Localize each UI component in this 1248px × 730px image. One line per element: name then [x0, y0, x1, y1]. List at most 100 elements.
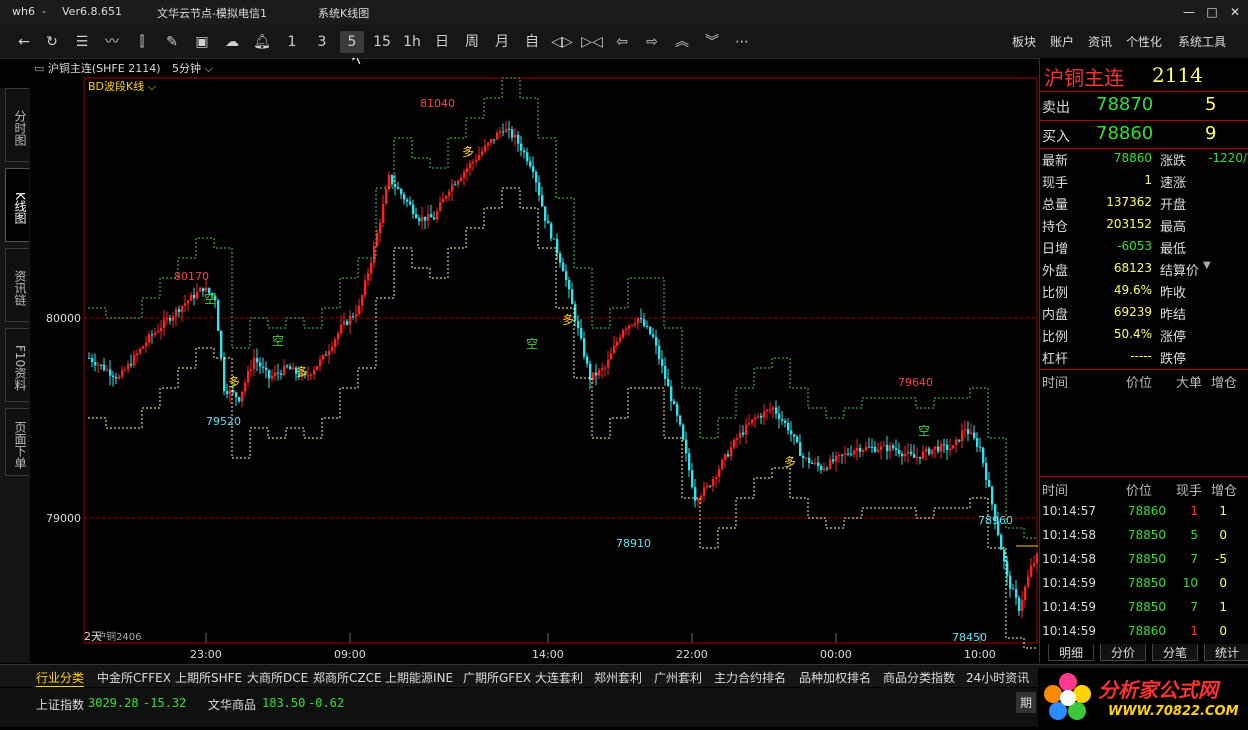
period-1-button[interactable]: 1 — [280, 31, 304, 53]
candle-body — [229, 390, 232, 394]
panel-icon[interactable]: ▣ — [190, 31, 214, 53]
settlement-dropdown-icon[interactable]: ▼ — [1203, 260, 1211, 271]
market-tab-6[interactable]: 广期所GFEX — [463, 669, 531, 686]
candle-body — [871, 446, 874, 448]
period-3-button[interactable]: 3 — [310, 31, 334, 53]
menu-2[interactable]: 资讯 — [1088, 33, 1112, 50]
sell-price[interactable]: 78870 — [1096, 94, 1153, 115]
buy-label: 买入 — [1042, 129, 1070, 145]
chevron-down-icon[interactable]: ︾ — [700, 31, 724, 53]
menu-4[interactable]: 系统工具 — [1178, 33, 1226, 50]
candle-body — [1024, 586, 1027, 600]
arrow-right-icon[interactable]: ⇨ — [640, 31, 664, 53]
menu-3[interactable]: 个性化 — [1126, 33, 1162, 50]
maximize-icon[interactable]: □ — [1203, 3, 1221, 21]
kline-chart-svg[interactable]: 80000 79000 23:00 09:00 14:00 22:00 00:00 10:00… — [34, 44, 1045, 663]
detail-tab-1[interactable]: 分价 — [1100, 644, 1146, 661]
candle-body — [538, 182, 541, 196]
period-自-button[interactable]: 自 — [520, 31, 544, 53]
market-tab-0[interactable]: 行业分类 — [36, 669, 85, 687]
detail-tab-0[interactable]: 明细 — [1048, 644, 1094, 661]
candle-body — [325, 354, 328, 356]
futures-button[interactable]: 期 — [1016, 692, 1037, 713]
left-tab-3[interactable]: F10资料 — [5, 328, 29, 402]
candle-body — [802, 455, 805, 459]
server-label: 文华云节点-模拟电信1 — [157, 7, 267, 20]
market-tab-4[interactable]: 郑商所CZCE — [313, 669, 382, 686]
period-1h-button[interactable]: 1h — [400, 31, 424, 53]
refresh-icon[interactable]: ↻ — [40, 31, 64, 53]
minimize-icon[interactable]: — — [1180, 3, 1198, 21]
candle-body — [181, 305, 184, 312]
candle-body — [694, 487, 697, 501]
title-separator: - — [42, 5, 46, 18]
tick-change: -5 — [1215, 552, 1227, 566]
candle-body — [823, 468, 826, 471]
arrow-left-icon[interactable]: ⇦ — [610, 31, 634, 53]
candle-body — [154, 332, 157, 336]
market-tab-5[interactable]: 上期能源INE — [385, 669, 453, 686]
buy-price[interactable]: 78860 — [1096, 123, 1153, 144]
line-chart-icon[interactable]: 〰 — [100, 31, 124, 53]
candle-body — [151, 334, 154, 336]
chevron-up-icon[interactable]: ︽ — [670, 31, 694, 53]
left-tab-4[interactable]: 页面下单 — [5, 408, 29, 476]
list-icon[interactable]: ☰ — [70, 31, 94, 53]
indicator-label[interactable]: BD波段K线 ⌵ — [88, 79, 157, 93]
candle-body — [658, 345, 661, 360]
cloud-icon[interactable]: ☁ — [220, 31, 244, 53]
period-15-button[interactable]: 15 — [370, 31, 394, 53]
kline-chart[interactable]: 80000 79000 23:00 09:00 14:00 22:00 00:00 10:00… — [34, 44, 1045, 663]
market-tab-1[interactable]: 中金所CFFEX — [97, 669, 171, 686]
period-月-button[interactable]: 月 — [490, 31, 514, 53]
stat-value: 203152 — [1106, 217, 1152, 231]
back-icon[interactable]: ← — [12, 31, 36, 53]
more-icon[interactable]: ⋯ — [730, 31, 754, 53]
tick-volume: 7 — [1190, 552, 1198, 566]
market-tab-7[interactable]: 大连套利 — [535, 669, 583, 686]
candle-body — [436, 210, 439, 220]
candle-body — [316, 366, 319, 370]
tick-price: 78860 — [1127, 624, 1166, 638]
market-tab-8[interactable]: 郑州套利 — [594, 669, 642, 686]
left-tab-1[interactable]: K线图 — [5, 168, 29, 242]
left-tab-0[interactable]: 分时图 — [5, 88, 29, 162]
market-tab-11[interactable]: 品种加权排名 — [799, 669, 871, 686]
candle-body — [259, 362, 262, 367]
candle-body — [766, 409, 769, 412]
menu-1[interactable]: 账户 — [1050, 33, 1074, 50]
draw-icon[interactable]: ✎ — [160, 31, 184, 53]
contract-label: 沪铜2406 — [96, 630, 141, 643]
candle-body — [442, 198, 445, 203]
detail-tab-3[interactable]: 统计 — [1204, 644, 1248, 661]
price-annotation: 78910 — [616, 537, 651, 550]
market-tab-10[interactable]: 主力合约排名 — [714, 669, 786, 686]
close-icon[interactable]: ✕ — [1226, 3, 1244, 21]
candle-body — [751, 419, 754, 424]
market-tab-3[interactable]: 大商所DCE — [247, 669, 308, 686]
market-tab-2[interactable]: 上期所SHFE — [175, 669, 242, 686]
period-5-button[interactable]: 5 — [340, 31, 364, 53]
period-日-button[interactable]: 日 — [430, 31, 454, 53]
period-周-button[interactable]: 周 — [460, 31, 484, 53]
detail-tab-2[interactable]: 分笔 — [1152, 644, 1198, 661]
bell-icon[interactable]: 🔔︎ — [250, 31, 274, 53]
signal-marker: 空 — [272, 334, 284, 348]
market-tab-9[interactable]: 广州套利 — [654, 669, 702, 686]
column-header: 价位 — [1126, 484, 1153, 499]
market-tab-12[interactable]: 商品分类指数 — [883, 669, 955, 686]
candle-body — [142, 346, 145, 349]
market-tab-13[interactable]: 24小时资讯 — [966, 669, 1029, 686]
candle-body — [226, 391, 229, 394]
candle-body — [958, 439, 961, 442]
zoom-in-icon[interactable]: ◁▷ — [550, 31, 574, 53]
kline-icon[interactable]: ⫿ — [130, 31, 154, 53]
menu-0[interactable]: 板块 — [1012, 33, 1036, 50]
candle-body — [409, 201, 412, 205]
candle-body — [1033, 563, 1036, 566]
index1-change: -15.32 — [143, 696, 187, 710]
left-tab-2[interactable]: 资讯链 — [5, 248, 29, 322]
candle-body — [931, 449, 934, 455]
zoom-out-icon[interactable]: ▷◁ — [580, 31, 604, 53]
candle-body — [487, 142, 490, 146]
